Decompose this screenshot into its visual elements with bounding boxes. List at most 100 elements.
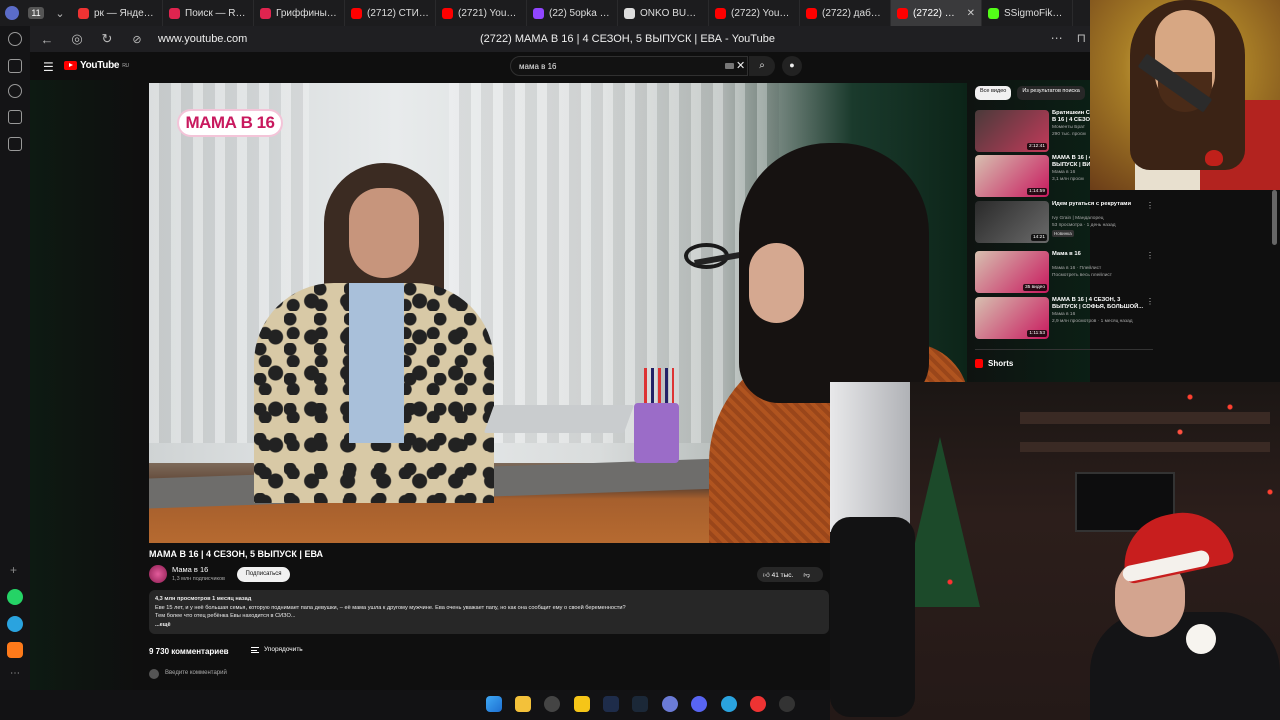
channel-name[interactable]: Мама в 16 xyxy=(172,565,208,574)
recommendation-thumbnail[interactable]: 35 видео xyxy=(975,251,1049,293)
recommendation-item[interactable]: 14:21 Идем ругаться с рекрутами Ivy Grain … xyxy=(975,201,1155,243)
windows-start-icon[interactable] xyxy=(486,696,502,712)
browser-tab[interactable]: (2722) дабстеп xyxy=(800,0,891,26)
comments-count: 9 730 комментариев xyxy=(149,647,229,656)
pen-cup xyxy=(634,403,679,463)
close-tab-icon[interactable]: ✕ xyxy=(967,8,975,19)
subscribe-button[interactable]: Подписаться xyxy=(237,567,290,582)
recommendation-title-line-1: МАМА В 16 | 4 СЕЗОН, 3 xyxy=(1052,297,1121,303)
calendar-icon[interactable] xyxy=(8,110,22,124)
kebab-menu-icon[interactable]: ⋮ xyxy=(1146,297,1154,306)
like-button[interactable]: 👍︎ 41 тыс. xyxy=(763,571,793,579)
browser-sidebar: + ⋯ xyxy=(0,26,30,690)
clear-search-icon[interactable]: ✕ xyxy=(736,59,745,72)
lock-icon[interactable]: ⊘ xyxy=(122,33,152,46)
browser-tab[interactable]: Поиск — RUTU xyxy=(163,0,254,26)
search-input[interactable]: мама в 16 xyxy=(510,56,748,76)
mic-icon[interactable]: ● xyxy=(782,56,802,76)
like-count: 41 тыс. xyxy=(771,571,794,579)
show-logo: МАМА В 16 xyxy=(177,109,283,137)
recommendation-thumbnail[interactable]: 1:14:59 xyxy=(975,155,1049,197)
recommendation-channel[interactable]: Мама в 16 · Плейлист xyxy=(1052,266,1152,272)
browser-tab[interactable]: (22) 5opka - Tw xyxy=(527,0,618,26)
notes-icon[interactable] xyxy=(8,59,22,73)
chip-all-videos[interactable]: Все видео xyxy=(975,86,1012,100)
bookmark-icon[interactable]: ⊓ xyxy=(1077,31,1086,45)
vscode-icon[interactable] xyxy=(603,696,619,712)
steam-icon[interactable] xyxy=(632,696,648,712)
sidebar-more-icon[interactable]: ⋯ xyxy=(10,668,20,679)
reload-icon[interactable]: ↻ xyxy=(92,31,122,47)
tab-title: (2712) СТИНТ xyxy=(367,7,429,19)
telegram-icon[interactable] xyxy=(7,616,23,632)
browser-menu-icon[interactable] xyxy=(0,0,24,26)
file-explorer-icon[interactable] xyxy=(515,696,531,712)
recommendation-title-line-2: ВЫПУСК | СОФЬЯ, БОЛЬШОЙ... xyxy=(1052,304,1144,310)
scrollbar[interactable] xyxy=(1272,190,1277,245)
shield-icon[interactable]: ◎ xyxy=(62,31,92,47)
dislike-button[interactable]: 👎︎ xyxy=(803,571,810,579)
sort-button[interactable]: Упорядочить xyxy=(251,646,303,653)
telegram-taskbar-icon[interactable] xyxy=(721,696,737,712)
search-button[interactable]: ⌕ xyxy=(749,56,775,76)
recommendation-title[interactable]: Мама в 16 xyxy=(1052,251,1150,258)
recommendation-title[interactable]: Идем ругаться с рекрутами xyxy=(1052,201,1150,208)
show-more-link[interactable]: ...ещё xyxy=(155,621,823,630)
kebab-menu-icon[interactable]: ⋮ xyxy=(1146,201,1154,210)
hamburger-menu-icon[interactable]: ☰ xyxy=(43,60,54,74)
thumbs-up-icon: 👍︎ xyxy=(763,571,770,579)
whatsapp-icon[interactable] xyxy=(7,589,23,605)
comment-input[interactable]: Введите комментарий xyxy=(165,670,227,676)
chip-from-search[interactable]: Из результатов поиска xyxy=(1017,86,1085,100)
mail-icon[interactable] xyxy=(7,642,23,658)
app-icon-2[interactable] xyxy=(662,696,678,712)
recommendation-channel[interactable]: Мама в 16 xyxy=(1052,312,1152,318)
shorts-label: Shorts xyxy=(988,359,1014,368)
browser-tab-bar: 11 ⌄ рк — Яндекс: н Поиск — RUTU Гриффины … xyxy=(0,0,1090,26)
app-icon[interactable] xyxy=(574,696,590,712)
description-box[interactable]: 4,3 млн просмотров 1 месяц назад Еве 15 … xyxy=(149,590,829,634)
browser-tab[interactable]: SSigmoFikus42 xyxy=(982,0,1073,26)
browser-tab[interactable]: (2722) МАМ ✕ xyxy=(891,0,982,26)
recommendation-channel[interactable]: Ivy Grain | Мандалорец xyxy=(1052,216,1152,222)
browser-tab[interactable]: (2722) YouTub xyxy=(709,0,800,26)
browser-tab[interactable]: Гриффины 6 се xyxy=(254,0,345,26)
video-duration: 1:11:53 xyxy=(1027,330,1047,337)
recommendation-thumbnail[interactable]: 2:12:41 xyxy=(975,110,1049,152)
back-icon[interactable]: ← xyxy=(32,32,62,47)
tab-count-badge[interactable]: 11 xyxy=(24,0,48,26)
browser-tab[interactable]: (2712) СТИНТ xyxy=(345,0,436,26)
browser-tab[interactable]: рк — Яндекс: н xyxy=(72,0,163,26)
channel-avatar[interactable] xyxy=(149,565,167,583)
recommendation-item[interactable]: 1:11:53 МАМА В 16 | 4 СЕЗОН, 3 ВЫПУСК | СО… xyxy=(975,297,1155,339)
kebab-menu-icon[interactable]: ⋮ xyxy=(1146,251,1154,260)
recommendation-item[interactable]: 35 видео Мама в 16 Мама в 16 · Плейлист Пос… xyxy=(975,251,1155,293)
sacred-heart xyxy=(1205,150,1223,166)
tab-favicon-icon xyxy=(351,7,362,19)
youtube-logo[interactable]: YouTube RU xyxy=(64,60,129,71)
keyboard-icon[interactable] xyxy=(725,63,734,69)
settings-icon[interactable] xyxy=(544,696,560,712)
tab-title: (2722) YouTub xyxy=(731,7,793,19)
recommendation-thumbnail[interactable]: 14:21 xyxy=(975,201,1049,243)
browser-tab[interactable]: (2721) YouTub xyxy=(436,0,527,26)
recommendation-title[interactable]: МАМА В 16 | 4 СЕЗОН, 3 ВЫПУСК | СОФЬЯ, БО… xyxy=(1052,297,1150,311)
play-icon[interactable] xyxy=(8,84,22,98)
laptop xyxy=(483,405,635,433)
sort-icon xyxy=(251,646,259,653)
yandex-browser-icon[interactable] xyxy=(750,696,766,712)
video-duration: 14:21 xyxy=(1030,234,1047,241)
chevron-down-icon[interactable]: ⌄ xyxy=(48,0,72,26)
obs-icon[interactable] xyxy=(779,696,795,712)
discord-icon[interactable] xyxy=(691,696,707,712)
url-field[interactable]: www.youtube.com xyxy=(158,33,247,45)
youtube-region: RU xyxy=(122,62,129,69)
add-icon[interactable]: + xyxy=(10,563,17,577)
screenshot-icon[interactable] xyxy=(8,137,22,151)
browser-tab[interactable]: ONKO BUNKER xyxy=(618,0,709,26)
history-icon[interactable] xyxy=(8,32,22,46)
tab-favicon-icon xyxy=(988,7,999,19)
more-icon[interactable]: ⋯ xyxy=(1051,31,1063,45)
recommendation-thumbnail[interactable]: 1:11:53 xyxy=(975,297,1049,339)
thumbs-down-icon: 👎︎ xyxy=(803,571,810,579)
